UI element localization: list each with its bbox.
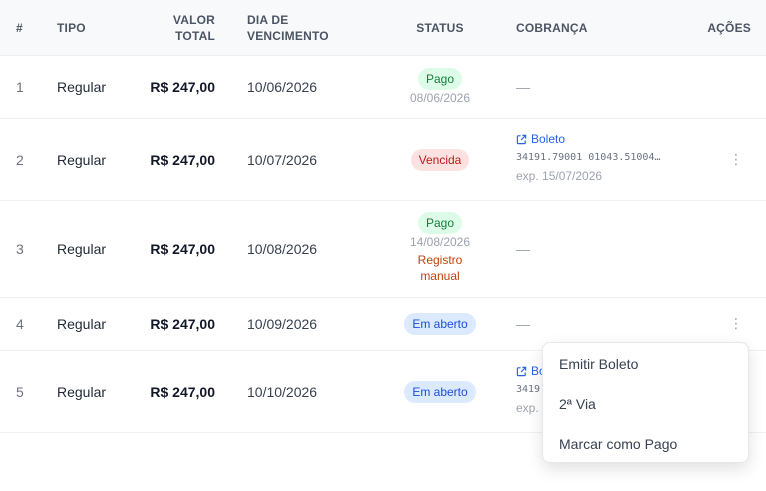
row-cobranca-empty: — (516, 79, 530, 95)
row-index: 3 (16, 241, 24, 257)
row-index: 2 (16, 152, 24, 168)
header-valor-line1: VALOR (172, 13, 215, 27)
header-status: STATUS (416, 21, 464, 35)
row-status: Vencida (380, 149, 500, 171)
boleto-code: 34191.79001 01043.51004… (516, 152, 661, 163)
header-tipo: TIPO (57, 21, 86, 35)
row-tipo: Regular (57, 316, 107, 332)
row-valor: R$ 247,00 (150, 384, 215, 400)
boleto-expiration: exp. 15/07/2026 (516, 169, 603, 183)
table-header: # TIPO VALOR TOTAL DIA DE VENCIMENTO STA… (0, 0, 766, 56)
header-dia-vencimento: DIA DE VENCIMENTO (247, 12, 367, 44)
header-valor-line2: TOTAL (175, 29, 215, 43)
row-valor: R$ 247,00 (150, 241, 215, 257)
row-valor: R$ 247,00 (150, 152, 215, 168)
row-status: Em aberto (380, 313, 500, 335)
row-tipo: Regular (57, 79, 107, 95)
row-status: Pago 08/06/2026 (380, 68, 500, 106)
header-venc-line1: DIA DE (247, 13, 289, 27)
external-link-icon (516, 366, 527, 376)
row-valor: R$ 247,00 (150, 316, 215, 332)
row-tipo: Regular (57, 384, 107, 400)
external-link-icon (516, 134, 527, 144)
header-valor-total: VALOR TOTAL (140, 12, 215, 44)
menu-item-segunda-via[interactable]: 2ª Via (559, 395, 596, 413)
row-cobranca-empty: — (516, 241, 530, 257)
row-cobranca: Boleto 34191.79001 01043.51004… exp. 15/… (516, 131, 661, 184)
table-row: 3 Regular R$ 247,00 10/08/2026 Pago 14/0… (0, 201, 766, 298)
installments-table-card: # TIPO VALOR TOTAL DIA DE VENCIMENTO STA… (0, 0, 766, 491)
row-index: 5 (16, 384, 24, 400)
header-index: # (16, 21, 23, 35)
status-badge: Em aberto (404, 313, 476, 335)
row-actions-icon[interactable]: ⋮ (728, 152, 744, 166)
row-index: 4 (16, 316, 24, 332)
status-badge: Pago (417, 68, 463, 90)
menu-item-marcar-pago[interactable]: Marcar como Pago (559, 435, 677, 453)
header-acoes: AÇÕES (707, 21, 751, 35)
row-vencimento: 10/09/2026 (247, 316, 318, 332)
status-badge: Em aberto (404, 381, 476, 403)
row-status: Em aberto (380, 381, 500, 403)
row-status: Pago 14/08/2026 Registro manual (380, 212, 500, 284)
row-tipo: Regular (57, 152, 107, 168)
table-row: 1 Regular R$ 247,00 10/06/2026 Pago 08/0… (0, 56, 766, 119)
row-vencimento: 10/07/2026 (247, 152, 318, 168)
menu-item-emitir-boleto[interactable]: Emitir Boleto (559, 355, 638, 373)
manual-record-line2: manual (420, 269, 460, 283)
row-tipo: Regular (57, 241, 107, 257)
row-cobranca-empty: — (516, 316, 530, 332)
row-actions-icon[interactable]: ⋮ (728, 316, 744, 330)
status-date: 14/08/2026 (409, 235, 471, 249)
row-valor: R$ 247,00 (150, 79, 215, 95)
boleto-link[interactable]: Boleto (516, 131, 661, 147)
row-vencimento: 10/06/2026 (247, 79, 318, 95)
table-row: 2 Regular R$ 247,00 10/07/2026 Vencida B… (0, 119, 766, 201)
manual-record-line1: Registro (417, 253, 463, 267)
status-badge: Vencida (410, 149, 470, 171)
status-badge: Pago (417, 212, 463, 234)
header-cobranca: COBRANÇA (516, 21, 588, 35)
row-actions-menu: Emitir Boleto 2ª Via Marcar como Pago (542, 342, 749, 463)
row-index: 1 (16, 79, 24, 95)
row-vencimento: 10/08/2026 (247, 241, 318, 257)
header-venc-line2: VENCIMENTO (247, 29, 329, 43)
boleto-link-label: Boleto (531, 132, 566, 146)
status-date: 08/06/2026 (409, 91, 471, 105)
row-vencimento: 10/10/2026 (247, 384, 318, 400)
